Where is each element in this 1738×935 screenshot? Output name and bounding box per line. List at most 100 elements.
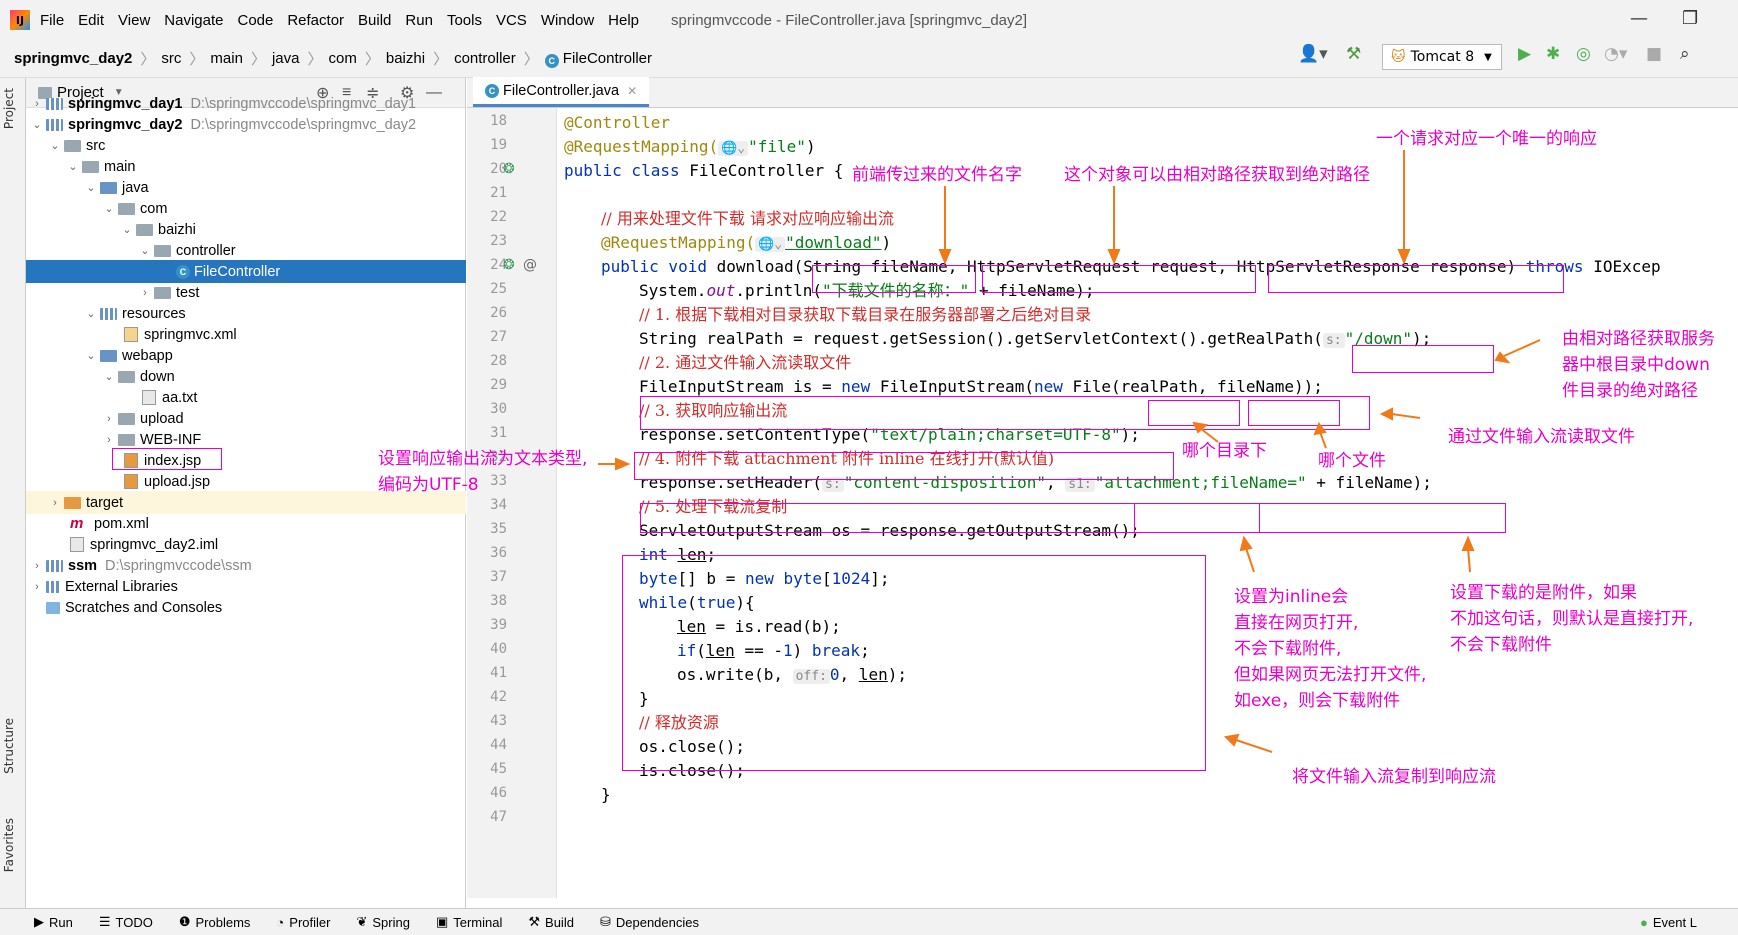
tree-label: index.jsp [144,452,202,469]
tree-label: springmvc_day2.iml [90,536,219,553]
line-number: 47 [490,809,507,825]
menu-view[interactable]: View [118,12,150,29]
code-line-27: String realPath = request.getSession().g… [639,329,1432,348]
maven-icon: m [70,515,84,532]
build-tool-button[interactable]: ⚒ Build [528,914,574,930]
tree-item-down[interactable]: ⌄ down [26,365,466,388]
code-line-44: os.close(); [639,737,745,756]
user-icon[interactable]: 👤▾ [1298,44,1328,64]
todo-tool-label: TODO [115,914,153,930]
run-tool-button[interactable]: ▶ Run [34,914,73,930]
menu-run[interactable]: Run [405,12,433,29]
line-number: 31 [490,425,507,441]
annotation-which-dir: 哪个目录下 [1182,441,1267,461]
tree-label: main [104,158,136,175]
line-gutter: 18 19 20 21 22 23 24 25 26 27 28 29 30 3… [467,108,557,898]
jsp-file-icon [124,453,138,468]
endpoint-icon[interactable]: @ [523,257,537,273]
menu-build[interactable]: Build [358,12,391,29]
class-icon: C [485,83,499,98]
tree-item-java[interactable]: ⌄ java [26,176,466,199]
debug-icon[interactable]: ✱ [1546,44,1560,64]
crumb-main[interactable]: main [210,50,243,67]
tree-item-src[interactable]: ⌄ src [26,134,466,157]
tree-item-scratches[interactable]: Scratches and Consoles [26,596,466,619]
jsp-file-icon [124,474,138,489]
code-editor[interactable]: @Controller @RequestMapping(🌐⌄ "file") pu… [557,108,1738,898]
tree-item-springmvc-xml[interactable]: springmvc.xml [26,323,466,346]
tree-item-webapp[interactable]: ⌄ webapp [26,344,466,367]
crumb-com[interactable]: com [329,50,357,67]
run-icon[interactable]: ▶ [1518,44,1531,64]
menu-vcs[interactable]: VCS [496,12,527,29]
profiler-tool-button[interactable]: ◔ Profiler [276,915,330,930]
spring-tool-button[interactable]: ❦ Spring [356,914,409,930]
tree-path: D:\springmvccode\springmvc_day1 [190,95,417,112]
todo-tool-button[interactable]: ☰ TODO [99,914,153,930]
profile-icon[interactable]: ◔▾ [1604,44,1627,64]
tree-item-pom-xml[interactable]: m pom.xml [26,512,466,535]
tree-item-baizhi[interactable]: ⌄ baizhi [26,218,466,241]
crumb-src[interactable]: src [161,50,181,67]
menu-window[interactable]: Window [541,12,594,29]
code-line-22: // 用来处理文件下载 请求对应响应输出流 [601,209,894,228]
tree-item-controller[interactable]: ⌄ controller [26,239,466,262]
tree-item-springmvc-day2[interactable]: ⌄ springmvc_day2 D:\springmvccode\springmv… [26,113,466,136]
editor-tabs: C FileController.java ✕ [467,77,1738,108]
restore-icon[interactable]: ❐ [1682,8,1698,29]
menu-tools[interactable]: Tools [447,12,482,29]
minimize-icon[interactable]: — [1630,8,1648,29]
spring-bean-icon[interactable]: ❂ [503,161,515,177]
tree-item-test[interactable]: › test [26,281,466,304]
tree-item-main[interactable]: ⌄ main [26,155,466,178]
stop-icon[interactable]: ■ [1646,44,1662,64]
project-tool-tab[interactable]: Project [2,88,16,129]
dependencies-tool-button[interactable]: ⛁ Dependencies [600,914,699,930]
profiler-tool-label: Profiler [289,914,331,930]
code-line-37: byte[] b = new byte[1024]; [639,569,890,588]
menu-navigate[interactable]: Navigate [164,12,223,29]
menu-refactor[interactable]: Refactor [287,12,344,29]
code-line-39: len = is.read(b); [677,617,841,636]
crumb-project[interactable]: springmvc_day2 [14,50,132,67]
run-config-select[interactable]: 🐱 Tomcat 8 ▼ [1382,44,1502,70]
search-icon[interactable]: ⌕ [1680,44,1690,64]
tree-item-upload[interactable]: › upload [26,407,466,430]
tree-item-external-libraries[interactable]: › External Libraries [26,575,466,598]
problems-tool-button[interactable]: ❶ Problems [179,914,251,930]
tree-item-ssm[interactable]: › ssm D:\springmvccode\ssm [26,554,466,577]
tree-item-com[interactable]: ⌄ com [26,197,466,220]
line-number: 44 [490,737,507,753]
close-icon[interactable]: ✕ [627,84,637,98]
menu-edit[interactable]: Edit [78,12,104,29]
tree-item-resources[interactable]: ⌄ resources [26,302,466,325]
crumb-filecontroller[interactable]: C FileController [544,50,652,68]
menu-code[interactable]: Code [237,12,273,29]
structure-tool-tab[interactable]: Structure [2,718,16,774]
terminal-tool-button[interactable]: ▣ Terminal [436,914,502,930]
line-number: 36 [490,545,507,561]
favorites-tool-tab[interactable]: Favorites [2,818,16,872]
tree-item-aa-txt[interactable]: aa.txt [26,386,466,409]
code-line-23: @RequestMapping(🌐⌄ "download") [601,233,892,252]
menu-file[interactable]: File [40,12,64,29]
tree-item-filecontroller[interactable]: C FileController [26,260,466,283]
crumb-controller[interactable]: controller [454,50,516,67]
event-log-button[interactable]: ● Event L [1640,915,1697,930]
menu-help[interactable]: Help [608,12,639,29]
hammer-icon[interactable]: ⚒ [1346,44,1361,64]
tree-item-iml[interactable]: springmvc_day2.iml [26,533,466,556]
tab-filecontroller[interactable]: C FileController.java ✕ [473,77,650,107]
project-panel: Project ▼ ⊕ ≡ ≑ ⚙ — › springmvc_day1 D:\sp… [26,78,466,918]
tree-item-springmvc-day1[interactable]: › springmvc_day1 D:\springmvccode\springmv… [26,92,466,115]
code-line-20: public class FileController { [564,161,844,180]
build-tool-label: Build [545,914,574,930]
line-number: 39 [490,617,507,633]
spring-bean-icon[interactable]: ❂ [503,257,515,273]
coverage-icon[interactable]: ◎ [1576,44,1591,64]
line-number: 28 [490,353,507,369]
text-file-icon [142,390,156,405]
crumb-java[interactable]: java [272,50,300,67]
tree-label: aa.txt [162,389,198,406]
crumb-baizhi[interactable]: baizhi [386,50,425,67]
